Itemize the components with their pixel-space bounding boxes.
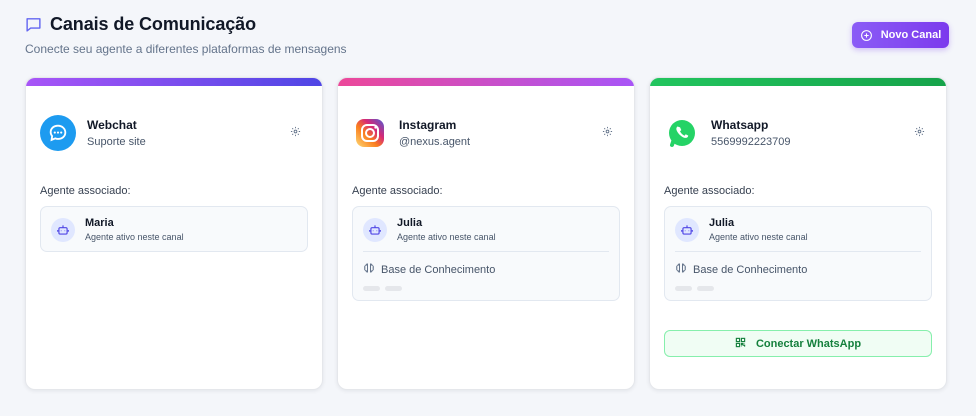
- associated-agent-box: Maria Agente ativo neste canal: [40, 206, 308, 252]
- channel-subtitle: 5569992223709: [711, 136, 791, 148]
- page-subtitle: Conecte seu agente a diferentes platafor…: [25, 42, 347, 56]
- card-header: Whatsapp 5569992223709: [664, 115, 791, 151]
- card-accent-bar: [650, 78, 946, 86]
- knowledge-base-section: Base de Conhecimento: [675, 251, 921, 300]
- settings-gear-icon[interactable]: [602, 126, 613, 137]
- robot-icon: [363, 217, 387, 242]
- knowledge-base-label: Base de Conhecimento: [693, 263, 808, 276]
- channel-card-instagram: Instagram @nexus.agent Agente associado:…: [337, 77, 635, 390]
- channel-card-webchat: Webchat Suporte site Agente associado: M…: [25, 77, 323, 390]
- settings-gear-icon[interactable]: [290, 126, 301, 137]
- agent-row: Julia Agente ativo neste canal: [665, 207, 931, 251]
- page-header: Canais de Comunicação: [25, 14, 256, 35]
- plus-circle-icon: [860, 29, 873, 42]
- associated-agent-label: Agente associado:: [40, 185, 131, 197]
- qr-code-icon: [735, 337, 746, 351]
- agent-status: Agente ativo neste canal: [709, 232, 808, 242]
- robot-icon: [51, 217, 75, 242]
- new-channel-button[interactable]: Novo Canal: [852, 22, 949, 48]
- agent-status: Agente ativo neste canal: [397, 232, 496, 242]
- card-accent-bar: [338, 78, 634, 86]
- channel-name: Instagram: [399, 118, 457, 132]
- knowledge-base-section: Base de Conhecimento: [363, 251, 609, 300]
- webchat-icon: [40, 115, 76, 151]
- agent-name: Maria: [85, 217, 114, 229]
- knowledge-placeholder: [675, 286, 921, 291]
- whatsapp-icon: [664, 115, 700, 151]
- associated-agent-label: Agente associado:: [352, 185, 443, 197]
- settings-gear-icon[interactable]: [914, 126, 925, 137]
- page-title: Canais de Comunicação: [50, 14, 256, 34]
- associated-agent-box: Julia Agente ativo neste canal Base de C…: [352, 206, 620, 301]
- channel-name: Whatsapp: [711, 118, 769, 132]
- agent-name: Julia: [397, 217, 423, 229]
- associated-agent-label: Agente associado:: [664, 185, 755, 197]
- channel-card-whatsapp: Whatsapp 5569992223709 Agente associado:…: [649, 77, 947, 390]
- card-header: Webchat Suporte site: [40, 115, 146, 151]
- card-header: Instagram @nexus.agent: [352, 115, 470, 151]
- agent-status: Agente ativo neste canal: [85, 232, 184, 242]
- brain-icon: [363, 262, 375, 277]
- knowledge-base-label: Base de Conhecimento: [381, 263, 496, 276]
- card-accent-bar: [26, 78, 322, 86]
- connect-whatsapp-button[interactable]: Conectar WhatsApp: [664, 330, 932, 357]
- instagram-icon: [352, 115, 388, 151]
- agent-row: Maria Agente ativo neste canal: [41, 207, 307, 251]
- chat-bubble-icon: [25, 16, 42, 33]
- associated-agent-box: Julia Agente ativo neste canal Base de C…: [664, 206, 932, 301]
- brain-icon: [675, 262, 687, 277]
- new-channel-label: Novo Canal: [880, 29, 942, 41]
- channel-subtitle: Suporte site: [87, 136, 146, 148]
- channel-subtitle: @nexus.agent: [399, 136, 471, 148]
- channel-name: Webchat: [87, 118, 137, 132]
- connect-whatsapp-label: Conectar WhatsApp: [755, 337, 862, 350]
- agent-row: Julia Agente ativo neste canal: [353, 207, 619, 251]
- robot-icon: [675, 217, 699, 242]
- knowledge-placeholder: [363, 286, 609, 291]
- agent-name: Julia: [709, 217, 735, 229]
